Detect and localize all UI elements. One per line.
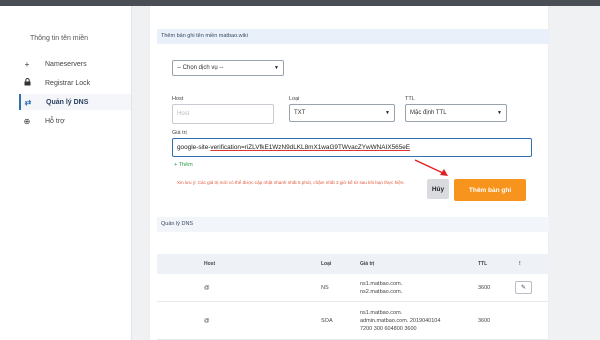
cell-value-line: 7200 300 604800 3600 (360, 325, 417, 332)
sidebar-item-registrar-lock[interactable]: Registrar Lock (20, 75, 132, 91)
type-label: Loại (289, 96, 300, 102)
refresh-icon: ⇄ (24, 97, 32, 107)
cell-value-line: admin.matbao.com. 2019040104 (360, 317, 441, 324)
sidebar-item-dns[interactable]: ⇄ Quản lý DNS (19, 94, 131, 110)
value-input[interactable]: google-site-verification=riZLVfkE1WzN9dL… (172, 138, 532, 157)
service-select[interactable]: -- Chọn dịch vụ -- ▼ (172, 60, 284, 76)
host-input[interactable]: Host (172, 104, 274, 124)
add-record-header: Thêm bản ghi tên miền matbao.wiki (157, 29, 549, 44)
cell-action: ✎ (515, 281, 532, 294)
value-text: verification=riZLVfkE1WzN9dLKL8mX1waG9TW… (210, 144, 411, 151)
service-select-value: -- Chọn dịch vụ -- (177, 65, 224, 71)
dns-management-header: Quản lý DNS (157, 217, 549, 232)
support-icon: ⊕ (23, 116, 31, 126)
chevron-down-icon: ▼ (497, 110, 502, 116)
chevron-down-icon: ▼ (274, 65, 279, 71)
sidebar: Thông tin tên miền + Nameservers Registr… (0, 6, 132, 340)
cell-value-line: ns2.matbao.com. (360, 288, 403, 295)
table-header: Host Loại Giá trị TTL ! (157, 254, 549, 274)
add-more-link[interactable]: + Thêm (174, 162, 193, 168)
host-placeholder: Host (177, 111, 190, 117)
col-action: ! (519, 261, 521, 267)
cancel-button[interactable]: Hủy (427, 179, 449, 199)
cell-host: @ (204, 317, 210, 324)
cell-value-line: ns1.matbao.com. (360, 309, 403, 316)
sidebar-title: Thông tin tên miền (30, 35, 88, 42)
add-record-button[interactable]: Thêm bản ghi (454, 179, 526, 201)
sidebar-item-label: Hỗ trợ (45, 117, 65, 125)
cell-value: ns1.matbao.com. admin.matbao.com. 201904… (360, 309, 440, 333)
plus-icon: + (24, 59, 30, 69)
cell-ttl: 3600 (478, 284, 491, 291)
type-select[interactable]: TXT ▼ (289, 104, 395, 122)
main-panel: Thêm bản ghi tên miền matbao.wiki -- Chọ… (149, 6, 549, 340)
red-arrow-annotation (414, 159, 448, 176)
cell-host: @ (204, 284, 210, 291)
update-note: Xin lưu ý: Các giá trị mới có thể được c… (177, 180, 405, 185)
col-host: Host (204, 261, 216, 267)
sidebar-item-label: Registrar Lock (45, 79, 91, 87)
type-select-value: TXT (294, 110, 306, 116)
ttl-label: TTL (405, 96, 415, 102)
value-label: Giá trị (172, 130, 187, 136)
ttl-select[interactable]: Mặc định TTL ▼ (405, 104, 507, 122)
dns-table: Host Loại Giá trị TTL ! @ NS ns1.matbao.… (157, 254, 549, 340)
cell-type: NS (321, 284, 329, 291)
lock-icon (20, 78, 34, 88)
cell-value: ns1.matbao.com. ns2.matbao.com. (360, 280, 402, 296)
chevron-down-icon: ▼ (385, 110, 390, 116)
sidebar-item-label: Nameservers (45, 60, 87, 68)
value-prefix: google-site- (177, 144, 211, 151)
col-value: Giá trị (360, 261, 375, 267)
col-type: Loại (321, 261, 332, 267)
sidebar-item-label: Quản lý DNS (46, 98, 89, 106)
table-row: @ SOA ns1.matbao.com. admin.matbao.com. … (157, 302, 549, 340)
cell-ttl: 3600 (478, 317, 491, 324)
sidebar-item-support[interactable]: ⊕ Hỗ trợ (20, 113, 132, 129)
table-row: @ NS ns1.matbao.com. ns2.matbao.com. 360… (157, 274, 549, 302)
ttl-select-value: Mặc định TTL (410, 110, 447, 116)
host-label: Host (172, 96, 184, 102)
edit-icon[interactable]: ✎ (515, 281, 532, 294)
cell-type: SOA (321, 317, 333, 324)
sidebar-item-nameservers[interactable]: + Nameservers (20, 56, 132, 72)
cell-value-line: ns1.matbao.com. (360, 280, 403, 287)
col-ttl: TTL (478, 261, 488, 267)
